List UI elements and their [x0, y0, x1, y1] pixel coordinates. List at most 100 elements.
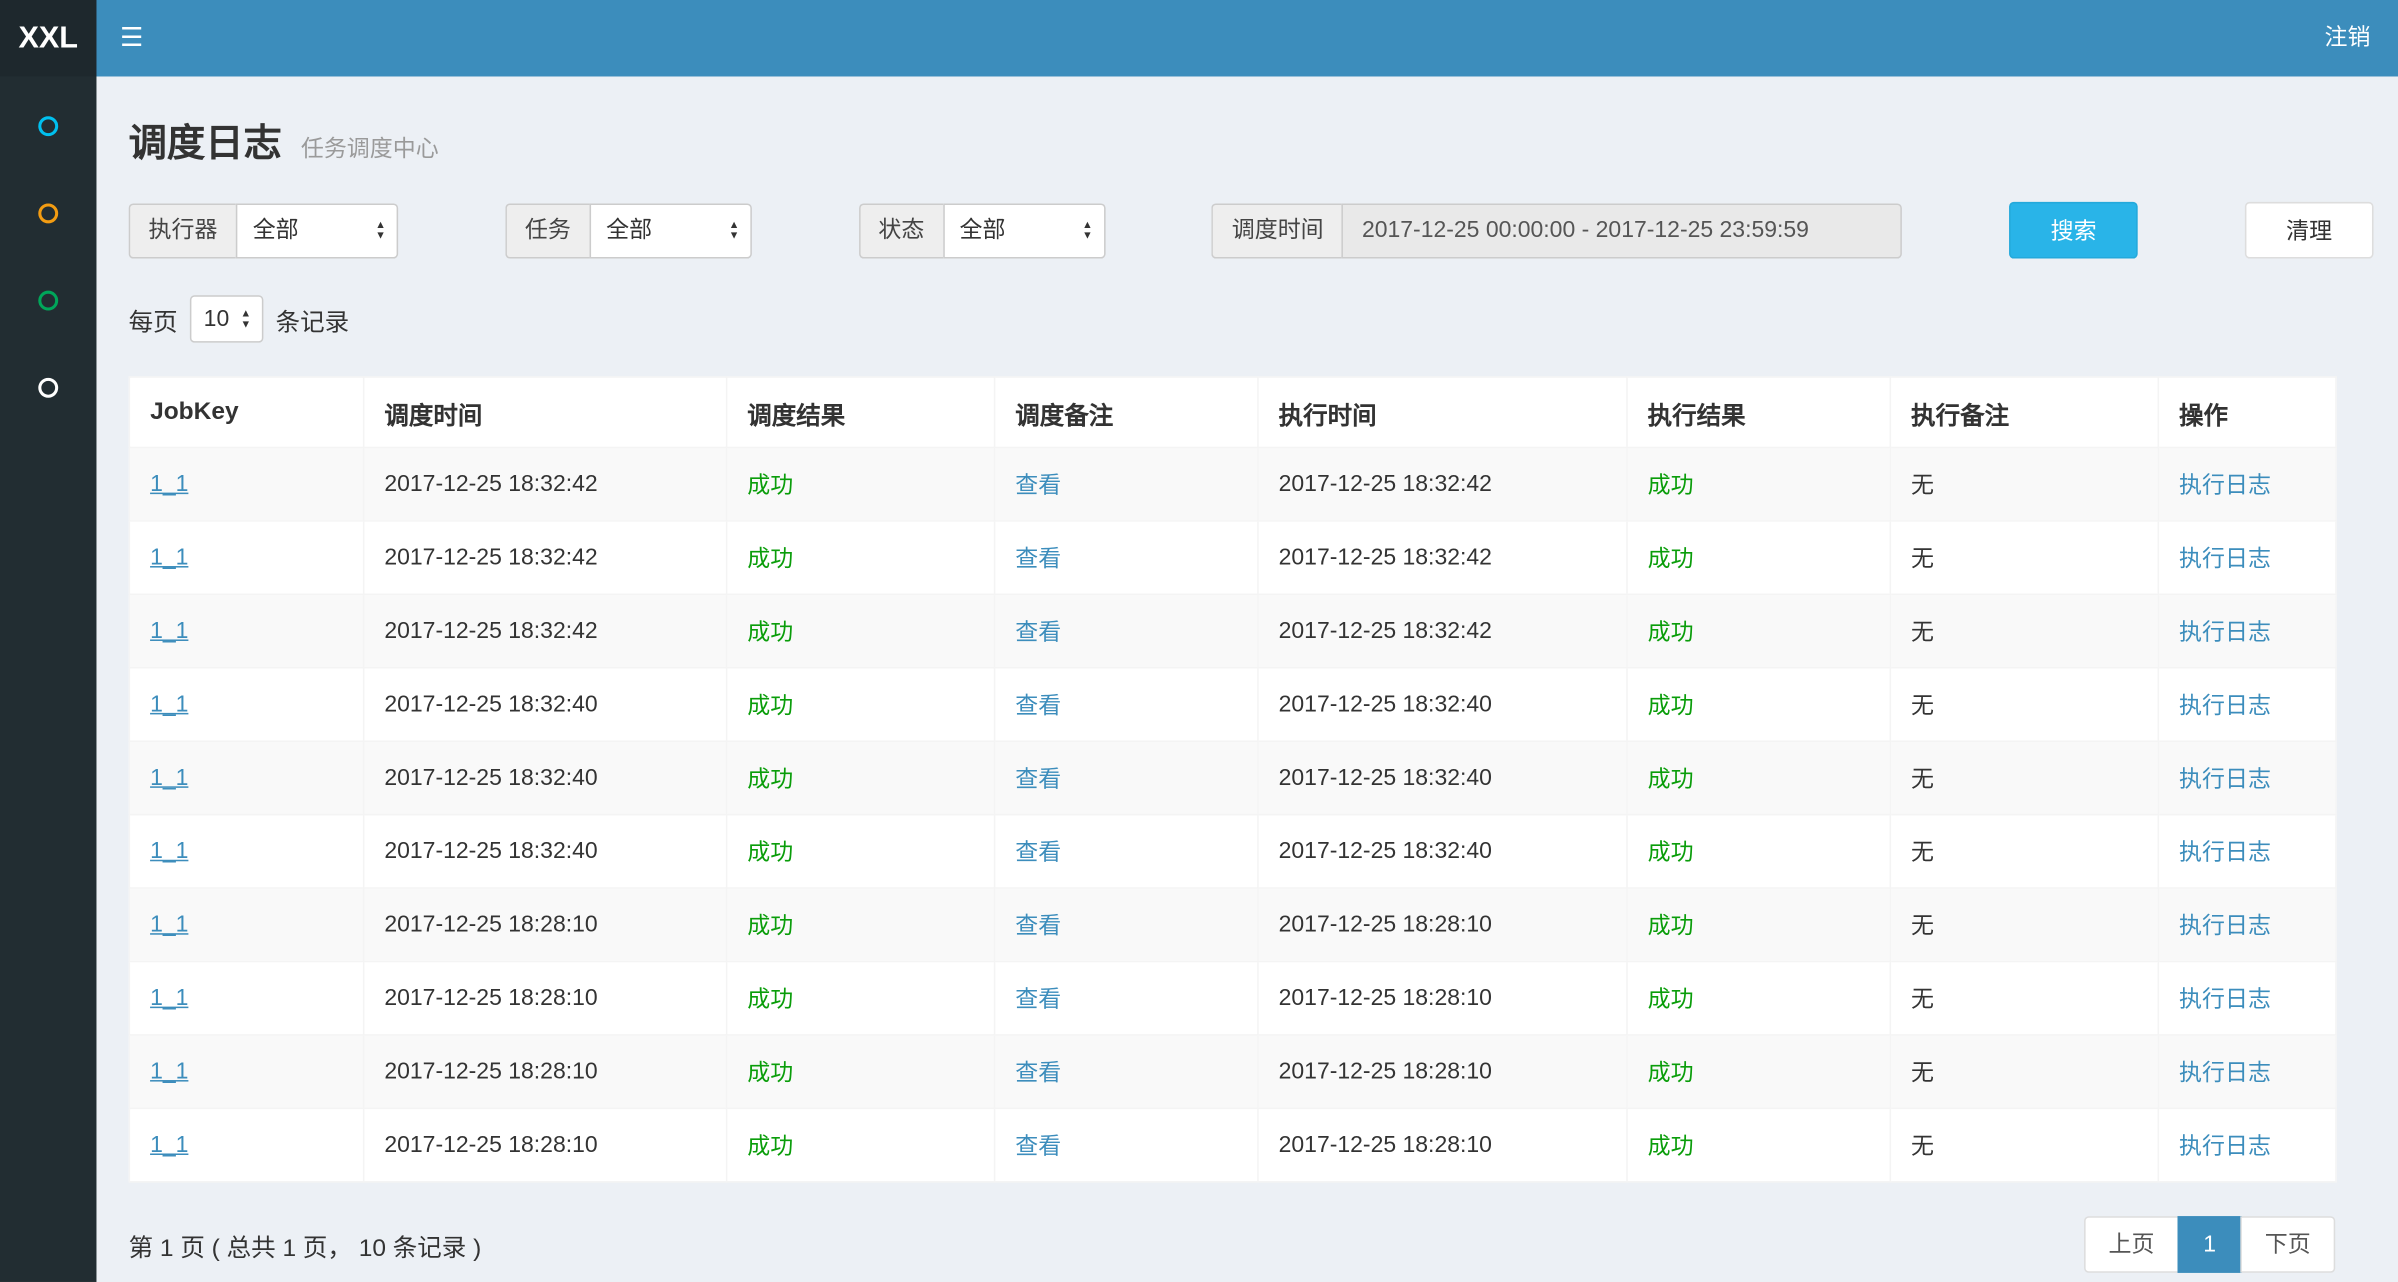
jobkey-link[interactable]: 1_1 — [150, 471, 188, 497]
executor-filter-label: 执行器 — [129, 203, 236, 258]
page: XXL 注销 调度日志 任务调度中心 执行器 全部 任务 — [0, 0, 2398, 1282]
jobkey-link[interactable]: 1_1 — [150, 765, 188, 791]
trigger-msg-link[interactable]: 查看 — [1015, 840, 1061, 866]
trigger-time-cell: 2017-12-25 18:28:10 — [384, 985, 597, 1011]
handle-result-cell: 成功 — [1648, 840, 1694, 866]
trigger-time-range-input[interactable] — [1342, 203, 1902, 258]
status-filter-select[interactable]: 全部 — [943, 203, 1105, 258]
prev-page-button[interactable]: 上页 — [2084, 1216, 2179, 1273]
trigger-time-cell: 2017-12-25 18:32:42 — [384, 618, 597, 644]
table-header-row: JobKey 调度时间 调度结果 调度备注 执行时间 执行结果 执行备注 操作 — [129, 377, 2336, 447]
execution-log-link[interactable]: 执行日志 — [2179, 693, 2271, 719]
trigger-result-cell: 成功 — [747, 766, 793, 792]
handle-result-cell: 成功 — [1648, 473, 1694, 499]
clear-button[interactable]: 清理 — [2245, 202, 2374, 259]
handle-msg-cell: 无 — [1911, 473, 1934, 499]
handle-result-cell: 成功 — [1648, 1134, 1694, 1160]
handle-result-cell: 成功 — [1648, 766, 1694, 792]
sidebar-nav — [0, 76, 96, 1281]
trigger-msg-link[interactable]: 查看 — [1015, 473, 1061, 499]
execution-log-link[interactable]: 执行日志 — [2179, 1134, 2271, 1160]
trigger-time-cell: 2017-12-25 18:28:10 — [384, 1059, 597, 1085]
trigger-time-cell: 2017-12-25 18:28:10 — [384, 1132, 597, 1158]
trigger-result-cell: 成功 — [747, 1060, 793, 1086]
trigger-result-cell: 成功 — [747, 473, 793, 499]
trigger-msg-link[interactable]: 查看 — [1015, 620, 1061, 646]
handle-msg-cell: 无 — [1911, 987, 1934, 1013]
execution-log-link[interactable]: 执行日志 — [2179, 766, 2271, 792]
execution-log-link[interactable]: 执行日志 — [2179, 1060, 2271, 1086]
trigger-result-cell: 成功 — [747, 1134, 793, 1160]
sidebar-item-3[interactable] — [0, 257, 96, 344]
handle-result-cell: 成功 — [1648, 546, 1694, 572]
sidebar-item-2[interactable] — [0, 170, 96, 257]
trigger-msg-link[interactable]: 查看 — [1015, 987, 1061, 1013]
execution-log-link[interactable]: 执行日志 — [2179, 913, 2271, 939]
jobkey-link[interactable]: 1_1 — [150, 618, 188, 644]
table-row: 1_12017-12-25 18:32:42成功查看2017-12-25 18:… — [129, 521, 2336, 594]
executor-filter-select[interactable]: 全部 — [236, 203, 398, 258]
app-logo[interactable]: XXL — [0, 0, 96, 76]
main-content: 调度日志 任务调度中心 执行器 全部 任务 全部 — [96, 76, 2398, 1281]
trigger-result-cell: 成功 — [747, 913, 793, 939]
trigger-msg-link[interactable]: 查看 — [1015, 1060, 1061, 1086]
table-footer: 第 1 页 ( 总共 1 页， 10 条记录 ) 上页 1 下页 — [129, 1216, 2336, 1273]
execution-log-link[interactable]: 执行日志 — [2179, 473, 2271, 499]
handle-msg-cell: 无 — [1911, 1134, 1934, 1160]
column-header-trigger-result: 调度结果 — [727, 377, 995, 447]
jobkey-link[interactable]: 1_1 — [150, 545, 188, 571]
circle-icon — [38, 116, 58, 136]
log-table: JobKey 调度时间 调度结果 调度备注 执行时间 执行结果 执行备注 操作 … — [129, 376, 2337, 1182]
trigger-time-cell: 2017-12-25 18:32:40 — [384, 765, 597, 791]
trigger-time-filter-group: 调度时间 — [1212, 203, 1903, 258]
trigger-time-cell: 2017-12-25 18:32:42 — [384, 545, 597, 571]
execution-log-link[interactable]: 执行日志 — [2179, 620, 2271, 646]
current-page-button[interactable]: 1 — [2177, 1216, 2241, 1273]
handle-result-cell: 成功 — [1648, 913, 1694, 939]
handle-time-cell: 2017-12-25 18:28:10 — [1279, 912, 1492, 938]
page-subtitle: 任务调度中心 — [301, 136, 439, 162]
jobkey-link[interactable]: 1_1 — [150, 985, 188, 1011]
trigger-msg-link[interactable]: 查看 — [1015, 1134, 1061, 1160]
pagination: 上页 1 下页 — [2084, 1216, 2335, 1273]
page-size-select[interactable]: 10 — [190, 295, 264, 342]
status-filter-label: 状态 — [858, 203, 942, 258]
page-size-row: 每页 10 条记录 — [129, 295, 2398, 342]
logout-link[interactable]: 注销 — [2297, 0, 2398, 76]
handle-msg-cell: 无 — [1911, 913, 1934, 939]
jobkey-link[interactable]: 1_1 — [150, 912, 188, 938]
sidebar-item-4[interactable] — [0, 344, 96, 431]
column-header-handle-result: 执行结果 — [1627, 377, 1890, 447]
execution-log-link[interactable]: 执行日志 — [2179, 546, 2271, 572]
jobkey-link[interactable]: 1_1 — [150, 1059, 188, 1085]
handle-result-cell: 成功 — [1648, 1060, 1694, 1086]
next-page-button[interactable]: 下页 — [2240, 1216, 2335, 1273]
jobkey-link[interactable]: 1_1 — [150, 1132, 188, 1158]
table-row: 1_1 2017-12-25 18:32:42 成功 查看 2017-12-25 18:… — [129, 447, 2336, 520]
sidebar-toggle-icon[interactable] — [96, 0, 166, 76]
job-filter-group: 任务 全部 — [505, 203, 752, 258]
jobkey-link[interactable]: 1_1 — [150, 838, 188, 864]
table-row: 1_12017-12-25 18:28:10成功查看2017-12-25 18:… — [129, 888, 2336, 961]
trigger-msg-link[interactable]: 查看 — [1015, 546, 1061, 572]
trigger-msg-link[interactable]: 查看 — [1015, 913, 1061, 939]
trigger-result-cell: 成功 — [747, 840, 793, 866]
trigger-time-cell: 2017-12-25 18:32:42 — [384, 471, 597, 497]
trigger-msg-link[interactable]: 查看 — [1015, 693, 1061, 719]
execution-log-link[interactable]: 执行日志 — [2179, 840, 2271, 866]
trigger-time-cell: 2017-12-25 18:32:40 — [384, 691, 597, 717]
trigger-result-cell: 成功 — [747, 693, 793, 719]
trigger-msg-link[interactable]: 查看 — [1015, 766, 1061, 792]
handle-time-cell: 2017-12-25 18:32:42 — [1279, 471, 1492, 497]
table-row: 1_12017-12-25 18:28:10成功查看2017-12-25 18:… — [129, 961, 2336, 1034]
jobkey-link[interactable]: 1_1 — [150, 691, 188, 717]
handle-time-cell: 2017-12-25 18:32:40 — [1279, 765, 1492, 791]
sidebar-item-1[interactable] — [0, 83, 96, 170]
handle-msg-cell: 无 — [1911, 1060, 1934, 1086]
handle-result-cell: 成功 — [1648, 987, 1694, 1013]
table-row: 1_1 2017-12-25 18:32:40 成功 查看 2017-12-25 18:… — [129, 741, 2336, 814]
job-filter-select[interactable]: 全部 — [589, 203, 751, 258]
handle-msg-cell: 无 — [1911, 766, 1934, 792]
search-button[interactable]: 搜索 — [2009, 202, 2138, 259]
execution-log-link[interactable]: 执行日志 — [2179, 987, 2271, 1013]
